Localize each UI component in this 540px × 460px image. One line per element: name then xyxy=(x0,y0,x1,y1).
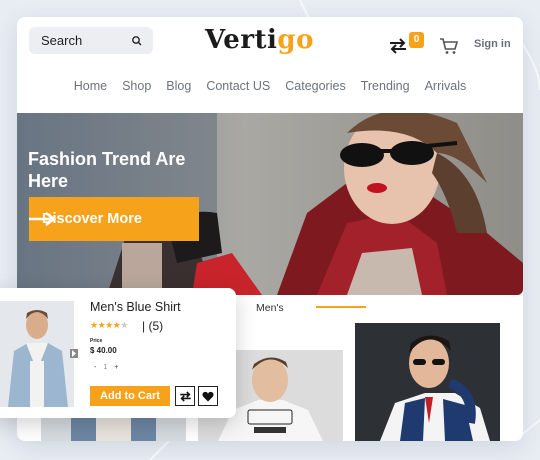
search-icon xyxy=(132,35,142,45)
image-next-arrow[interactable] xyxy=(70,349,78,358)
product-image xyxy=(355,323,500,441)
price-label: Price xyxy=(90,338,103,344)
main-nav: Home Shop Blog Contact US Categories Tre… xyxy=(17,79,523,93)
add-to-cart-button[interactable]: Add to Cart xyxy=(90,386,170,406)
hero-banner: Fashion Trend Are Here Discover More xyxy=(17,113,523,295)
star-icon: ★ xyxy=(105,320,113,330)
discover-more-button[interactable]: Discover More xyxy=(29,197,199,241)
search-label: Search xyxy=(41,33,83,48)
qty-decrement[interactable]: - xyxy=(94,364,96,371)
quick-view-image xyxy=(0,301,74,407)
search-box[interactable]: Search xyxy=(29,27,153,54)
nav-categories[interactable]: Categories xyxy=(285,79,345,93)
heart-icon xyxy=(202,391,214,401)
quantity-stepper[interactable]: - 1 + xyxy=(94,364,118,371)
product-price: $ 40.00 xyxy=(90,346,117,355)
arrow-right-icon xyxy=(29,212,56,226)
cart-icon[interactable] xyxy=(439,37,459,55)
nav-arrivals[interactable]: Arrivals xyxy=(425,79,467,93)
nav-contact[interactable]: Contact US xyxy=(206,79,270,93)
wishlist-button[interactable] xyxy=(198,386,218,406)
nav-shop[interactable]: Shop xyxy=(122,79,151,93)
qty-value: 1 xyxy=(103,364,108,371)
chevron-right-icon xyxy=(72,350,76,357)
review-count: | (5) xyxy=(142,319,164,333)
discover-more-label: Discover More xyxy=(42,211,142,227)
active-tab-underline xyxy=(316,306,366,308)
compare-icon[interactable] xyxy=(388,38,408,54)
product-tile[interactable] xyxy=(355,323,500,441)
brand-logo[interactable]: Vertigo xyxy=(205,25,314,55)
compare-icon xyxy=(179,390,191,402)
nav-home[interactable]: Home xyxy=(74,79,107,93)
qty-increment[interactable]: + xyxy=(114,364,118,371)
product-name: Men's Blue Shirt xyxy=(90,300,181,314)
compare-count-badge: 0 xyxy=(409,32,424,48)
quick-view-card: Men's Blue Shirt ★★★★★ | (5) Price $ 40.… xyxy=(0,288,236,418)
nav-blog[interactable]: Blog xyxy=(166,79,191,93)
star-icon: ★ xyxy=(120,320,128,330)
sign-in-link[interactable]: Sign in xyxy=(474,38,511,50)
star-rating: ★★★★★ xyxy=(90,320,128,331)
compare-button[interactable] xyxy=(175,386,195,406)
tab-mens[interactable]: Men's xyxy=(256,302,284,314)
nav-trending[interactable]: Trending xyxy=(361,79,410,93)
hero-title: Fashion Trend Are Here xyxy=(28,149,186,191)
star-icon: ★ xyxy=(90,320,98,330)
